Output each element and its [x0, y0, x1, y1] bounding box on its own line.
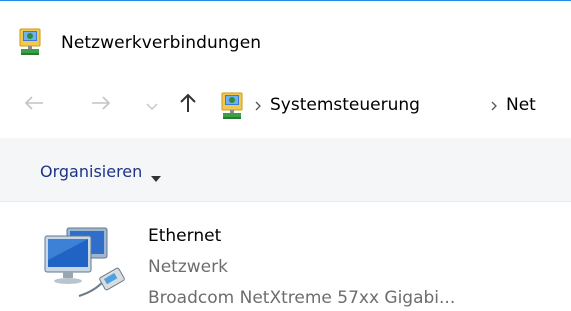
network-connections-icon [220, 92, 246, 120]
ethernet-adapter-icon [39, 222, 135, 302]
forward-button[interactable] [87, 91, 115, 119]
window-title: Netzwerkverbindungen [61, 33, 262, 53]
network-connections-icon [18, 28, 44, 56]
command-bar: Organisieren [0, 138, 571, 202]
connection-status: Netzwerk [148, 257, 228, 277]
connections-list: Ethernet Netzwerk Broadcom NetXtreme 57x… [0, 202, 571, 311]
connection-name: Ethernet [148, 226, 222, 246]
chevron-right-icon[interactable] [488, 98, 502, 114]
arrow-up-icon [179, 93, 197, 117]
caret-down-icon [151, 168, 162, 182]
back-button[interactable] [20, 91, 48, 119]
connection-device: Broadcom NetXtreme 57xx Gigabi... [148, 288, 456, 308]
organize-button[interactable]: Organisieren [40, 158, 162, 184]
title-bar: Netzwerkverbindungen [0, 1, 571, 77]
navigation-bar: Systemsteuerung Net [0, 81, 571, 129]
organize-label: Organisieren [40, 161, 143, 181]
up-button[interactable] [174, 91, 202, 119]
address-bar[interactable]: Systemsteuerung Net [215, 87, 571, 125]
list-item[interactable]: Ethernet Netzwerk Broadcom NetXtreme 57x… [32, 212, 552, 308]
explorer-window: Netzwerkverbindungen Systemsteuerung Net… [0, 0, 571, 311]
recent-locations-button[interactable] [143, 91, 161, 119]
chevron-right-icon[interactable] [252, 98, 266, 114]
arrow-left-icon [24, 95, 44, 115]
arrow-right-icon [91, 95, 111, 115]
chevron-down-icon [146, 96, 158, 115]
breadcrumb-network[interactable]: Net [506, 93, 536, 117]
breadcrumb-systemsteuerung[interactable]: Systemsteuerung [270, 93, 420, 117]
